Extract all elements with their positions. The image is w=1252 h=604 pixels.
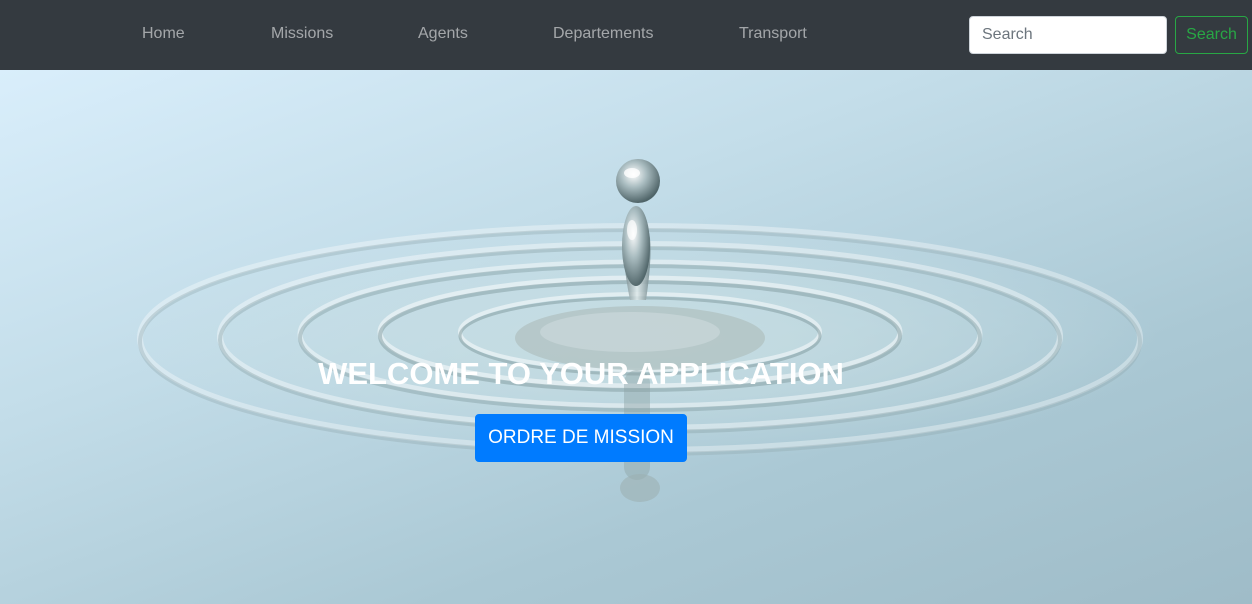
ordre-de-mission-button[interactable]: ORDRE DE MISSION xyxy=(475,414,687,462)
hero-title: WELCOME TO YOUR APPLICATION xyxy=(318,356,844,391)
hero-section: WELCOME TO YOUR APPLICATION ORDRE DE MIS… xyxy=(0,70,1252,604)
nav-link-missions[interactable]: Missions xyxy=(271,25,333,43)
nav-link-agents[interactable]: Agents xyxy=(418,25,468,43)
nav-links: Home Missions Agents Departements Transp… xyxy=(0,0,900,70)
navbar: Home Missions Agents Departements Transp… xyxy=(0,0,1252,70)
nav-link-transport[interactable]: Transport xyxy=(739,25,807,43)
search-input[interactable] xyxy=(969,16,1167,54)
search-button[interactable]: Search xyxy=(1175,16,1248,54)
water-drop-background-image xyxy=(120,159,1160,502)
nav-link-home[interactable]: Home xyxy=(142,25,185,43)
nav-link-departements[interactable]: Departements xyxy=(553,25,654,43)
